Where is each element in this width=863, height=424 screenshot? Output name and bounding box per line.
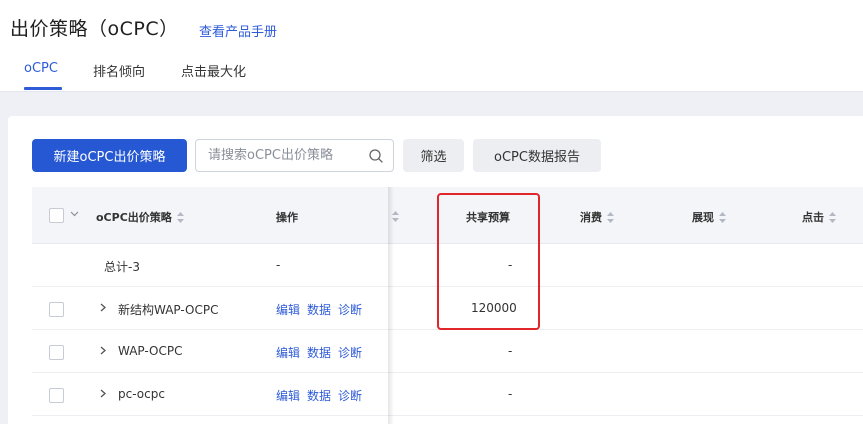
row-actions: 编辑 数据 诊断 <box>276 387 369 404</box>
row-checkbox[interactable] <box>49 345 64 360</box>
column-header-label: 展现 <box>692 211 714 224</box>
shared-budget-value: - <box>508 344 513 358</box>
row-checkbox[interactable] <box>49 302 64 317</box>
ocpc-data-report-button[interactable]: oCPC数据报告 <box>473 139 601 172</box>
table-row: pc-ocpc 编辑 数据 诊断 - <box>32 373 863 416</box>
chevron-down-icon[interactable] <box>70 211 79 217</box>
strategy-name[interactable]: pc-ocpc <box>118 387 165 401</box>
row-checkbox[interactable] <box>49 388 64 403</box>
search-box <box>195 139 394 172</box>
table-row: WAP-OCPC 编辑 数据 诊断 - <box>32 330 863 373</box>
active-tab-indicator <box>24 87 62 90</box>
row-actions: 编辑 数据 诊断 <box>276 301 369 318</box>
column-header-label: oCPC出价策略 <box>96 211 172 224</box>
chevron-right-icon[interactable] <box>100 346 106 355</box>
row-actions: 编辑 数据 诊断 <box>276 344 369 361</box>
strategy-name[interactable]: 新结构WAP-OCPC <box>118 301 219 318</box>
tab-ocpc[interactable]: oCPC <box>24 61 58 76</box>
edit-link[interactable]: 编辑 <box>276 389 300 403</box>
shared-budget-value: - <box>508 387 513 401</box>
tab-maximize-clicks[interactable]: 点击最大化 <box>181 61 246 80</box>
edit-link[interactable]: 编辑 <box>276 303 300 317</box>
sort-icon[interactable] <box>829 211 836 223</box>
column-header-actions: 操作 <box>276 209 298 225</box>
highlight-annotation-box <box>437 193 540 330</box>
page-title: 出价策略（oCPC） <box>10 18 179 40</box>
chevron-right-icon[interactable] <box>100 303 106 312</box>
select-all-checkbox[interactable] <box>49 208 64 223</box>
column-header-label: 点击 <box>802 211 824 224</box>
frozen-column-shadow <box>388 187 394 424</box>
column-header-label: 操作 <box>276 211 298 224</box>
column-header-spend[interactable]: 消费 <box>580 209 614 225</box>
sort-icon[interactable] <box>607 211 614 223</box>
diagnose-link[interactable]: 诊断 <box>338 389 362 403</box>
search-icon[interactable] <box>368 148 384 164</box>
column-header-clicks[interactable]: 点击 <box>802 209 836 225</box>
diagnose-link[interactable]: 诊断 <box>338 346 362 360</box>
column-header-impressions[interactable]: 展现 <box>692 209 726 225</box>
filter-button[interactable]: 筛选 <box>403 139 464 172</box>
new-ocpc-strategy-button[interactable]: 新建oCPC出价策略 <box>32 139 187 172</box>
total-row-action: - <box>276 258 281 272</box>
product-manual-link[interactable]: 查看产品手册 <box>199 21 277 40</box>
data-link[interactable]: 数据 <box>307 389 331 403</box>
diagnose-link[interactable]: 诊断 <box>338 303 362 317</box>
data-link[interactable]: 数据 <box>307 303 331 317</box>
page-header: 出价策略（oCPC） 查看产品手册 oCPC 排名倾向 点击最大化 <box>0 0 863 92</box>
total-row-name: 总计-3 <box>104 260 140 274</box>
column-header-strategy[interactable]: oCPC出价策略 <box>96 209 184 225</box>
tab-ranking-preference[interactable]: 排名倾向 <box>93 61 145 80</box>
strategy-name[interactable]: WAP-OCPC <box>118 344 183 358</box>
search-input[interactable] <box>196 140 366 171</box>
edit-link[interactable]: 编辑 <box>276 346 300 360</box>
column-header-label: 消费 <box>580 211 602 224</box>
sort-icon[interactable] <box>176 211 184 223</box>
data-link[interactable]: 数据 <box>307 346 331 360</box>
sort-icon[interactable] <box>719 211 726 223</box>
chevron-right-icon[interactable] <box>100 389 106 398</box>
